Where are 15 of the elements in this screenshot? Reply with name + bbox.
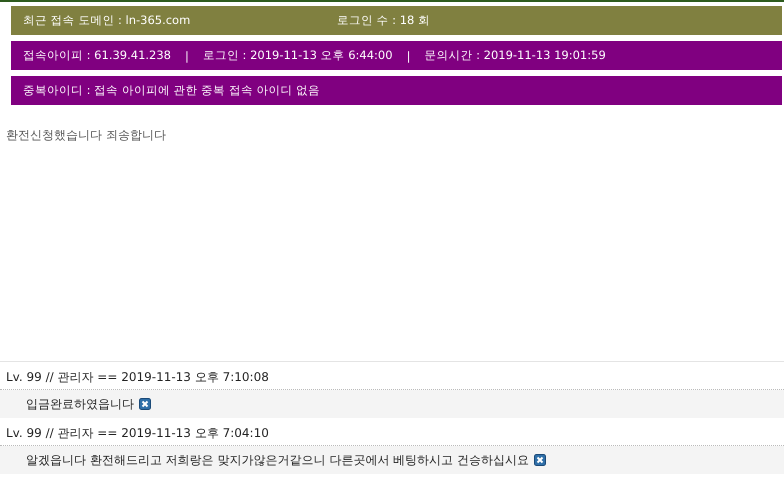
info-text: 로그인 : 2019-11-13 오후 6:44:00 [202,48,393,63]
info-text: 문의시간 : 2019-11-13 19:01:59 [424,48,606,63]
comment-header: Lv. 99 // 관리자 == 2019-11-13 오후 7:04:10 [6,425,269,442]
comment-header: Lv. 99 // 관리자 == 2019-11-13 오후 7:10:08 [6,369,269,386]
info-text: 접속아이피 : 61.39.41.238 [23,48,172,63]
info-text: 최근 접속 도메인 : ln-365.com [23,13,190,28]
delete-icon[interactable] [139,398,151,410]
separator: | [406,48,410,62]
delete-icon[interactable] [534,454,546,466]
separator: | [185,48,189,62]
comment-text: 알겠읍니다 환전해드리고 저희랑은 맞지가않은거같으니 다른곳에서 베팅하시고 건승하십시요 [26,452,529,468]
message-text: 환전신청했습니다 죄송합니다 [6,128,166,142]
comment-text: 입금완료하였읍니다 [26,396,134,412]
info-text: 로그인 수 : 18 회 [336,13,430,28]
info-text: 중복아이디 : 접속 아이피에 관한 중복 접속 아이디 없음 [23,83,320,98]
